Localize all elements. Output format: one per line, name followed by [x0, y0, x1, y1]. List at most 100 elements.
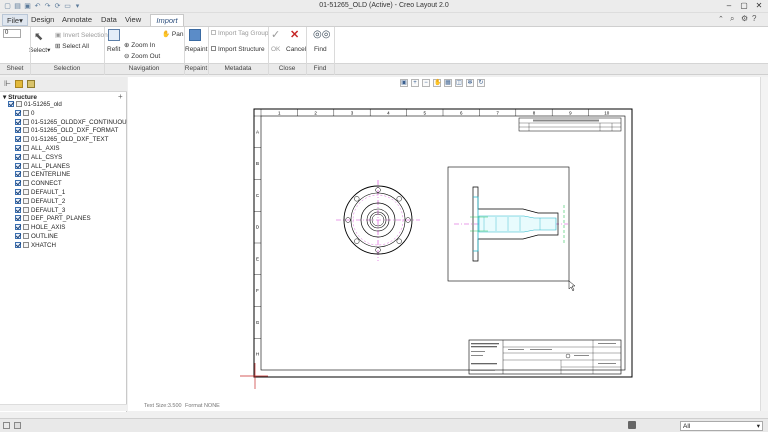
layer-icon: [23, 224, 29, 231]
zoom-out-label: Zoom Out: [131, 53, 161, 60]
horizontal-scrollbar[interactable]: [0, 404, 127, 411]
tree-item[interactable]: DEF_PART_PLANES: [15, 215, 91, 224]
border-letter: G: [256, 320, 260, 325]
tree-item[interactable]: CONNECT: [15, 180, 62, 189]
tab-file[interactable]: File▾: [2, 14, 28, 26]
tree-item[interactable]: DEFAULT_1: [15, 189, 65, 198]
border-number: 10: [604, 111, 610, 116]
checkbox-icon[interactable]: [15, 206, 21, 213]
chevron-up-icon[interactable]: ⌃: [718, 15, 724, 23]
tree-item[interactable]: DEFAULT_3: [15, 206, 65, 216]
panel-toggle-icon[interactable]: [3, 422, 10, 429]
select-button-label: Select: [29, 47, 48, 54]
folder-icon[interactable]: [15, 80, 23, 88]
checkbox-icon[interactable]: [15, 127, 21, 134]
tree-item[interactable]: CENTERLINE: [15, 171, 70, 180]
search-icon[interactable]: ⌕: [730, 14, 734, 24]
checkbox-icon[interactable]: [15, 136, 21, 143]
printer-icon[interactable]: [628, 421, 636, 429]
window-title: 01-51265_OLD (Active) - Creo Layout 2.0: [319, 2, 449, 9]
group-selection: Selection: [53, 65, 81, 72]
tree-item[interactable]: 0: [15, 109, 34, 119]
zoom-out-button[interactable]: ⊖ Zoom Out: [124, 52, 160, 60]
checkbox-icon[interactable]: [15, 224, 21, 231]
checkbox-icon[interactable]: [15, 197, 21, 204]
tree-item[interactable]: 01-51265_OLD_DXF_TEXT: [15, 136, 108, 145]
import-tag-group-label: Import Tag Group: [218, 30, 269, 37]
import-structure-checkbox[interactable]: Import Structure: [211, 46, 265, 53]
tree-item[interactable]: 01-51265_OLD_DXF_FORMAT: [15, 127, 118, 136]
selection-filter[interactable]: All ▾: [680, 421, 763, 431]
checkbox-icon[interactable]: [15, 118, 21, 125]
tree-item[interactable]: OUTLINE: [15, 233, 58, 242]
layer-icon: [23, 118, 29, 125]
zoom-in-button[interactable]: ⊕ Zoom In: [124, 41, 155, 49]
checkbox-icon[interactable]: [15, 215, 21, 222]
close-icon[interactable]: ✕: [752, 0, 766, 12]
select-arrow-icon: ⬉: [34, 31, 44, 43]
pan-button[interactable]: ✋ Pan: [162, 30, 183, 38]
select-button[interactable]: Select▾: [29, 46, 50, 54]
ok-button[interactable]: OK: [271, 46, 280, 53]
tab-design[interactable]: Design: [27, 14, 58, 26]
tree-item[interactable]: ALL_CSYS: [15, 153, 63, 163]
layer-icon[interactable]: [27, 80, 35, 88]
tree-item[interactable]: HOLE_AXIS: [15, 224, 65, 233]
tab-view[interactable]: View: [121, 14, 145, 26]
checkbox-icon[interactable]: [15, 145, 21, 151]
tree-item[interactable]: ALL_AXIS: [15, 145, 60, 154]
checkbox-icon[interactable]: [15, 189, 21, 195]
refit-button[interactable]: Refit: [107, 46, 120, 53]
checkbox-icon[interactable]: [15, 171, 21, 178]
minimize-icon[interactable]: –: [722, 0, 736, 12]
invert-selection-button[interactable]: ▣ Invert Selection: [55, 31, 108, 39]
format-readout: Format NONE: [185, 403, 220, 409]
sheet-selector[interactable]: 0: [3, 29, 21, 38]
layer-icon: [16, 101, 22, 107]
sheet-outline: [253, 108, 633, 378]
layer-icon: [23, 189, 29, 195]
checkbox-icon[interactable]: [15, 233, 21, 239]
cancel-button[interactable]: Cancel: [286, 46, 306, 53]
checkbox-icon[interactable]: [8, 101, 14, 107]
checkbox-icon[interactable]: [15, 109, 21, 116]
repaint-button[interactable]: Repaint: [185, 46, 207, 53]
add-icon[interactable]: +: [118, 92, 123, 101]
tree-item[interactable]: ALL_PLANES: [15, 162, 70, 172]
import-tag-group-option[interactable]: Import Tag Group: [211, 30, 268, 37]
gear-icon[interactable]: ⚙: [741, 14, 748, 23]
pan-label: Pan: [171, 31, 184, 38]
repaint-icon: [189, 29, 201, 41]
tab-annotate[interactable]: Annotate: [58, 14, 96, 26]
layer-icon: [23, 127, 29, 134]
tree-item-label: DEFAULT_2: [31, 197, 66, 205]
browser-toggle-icon[interactable]: [14, 422, 21, 429]
group-metadata: Metadata: [224, 65, 252, 72]
checkbox-icon[interactable]: [15, 162, 21, 169]
tree-item[interactable]: 01-51265_OLDDXF_CONTINUOU: [15, 118, 127, 128]
tree-item[interactable]: XHATCH: [15, 241, 56, 251]
invert-selection-label: Invert Selection: [62, 32, 108, 39]
checkbox-icon[interactable]: [15, 153, 21, 160]
checkbox-icon[interactable]: [15, 241, 21, 248]
border-letter: A: [256, 129, 259, 134]
layer-icon: [23, 206, 29, 213]
layer-icon: [23, 180, 29, 187]
tree-icon[interactable]: ⊩: [4, 80, 12, 88]
ribbon: 0 ⬉ Select▾ ▣ Invert Selection ⊞ Select …: [0, 26, 768, 64]
select-all-button[interactable]: ⊞ Select All: [55, 42, 89, 50]
tab-import[interactable]: Import: [150, 14, 184, 26]
vertical-scrollbar[interactable]: [760, 77, 768, 411]
help-icon[interactable]: ?: [752, 14, 756, 23]
group-divider: [268, 27, 269, 75]
find-button[interactable]: Find: [314, 46, 327, 53]
checkbox-icon[interactable]: [15, 180, 21, 187]
tree-root[interactable]: 01-51265_old: [8, 101, 62, 110]
layer-icon: [23, 109, 29, 116]
tree-item[interactable]: DEFAULT_2: [15, 197, 66, 207]
tree-item-label: ALL_CSYS: [31, 153, 63, 161]
maximize-icon[interactable]: ▢: [737, 0, 751, 12]
group-find: Find: [313, 65, 327, 72]
tab-data[interactable]: Data: [97, 14, 121, 26]
drawing-canvas[interactable]: ▣ + − ✋ ▦ ◫ ✻ ↻ 1 2 3 4 5 6 7 8 9 10 ABCDEFGH: [128, 77, 760, 411]
